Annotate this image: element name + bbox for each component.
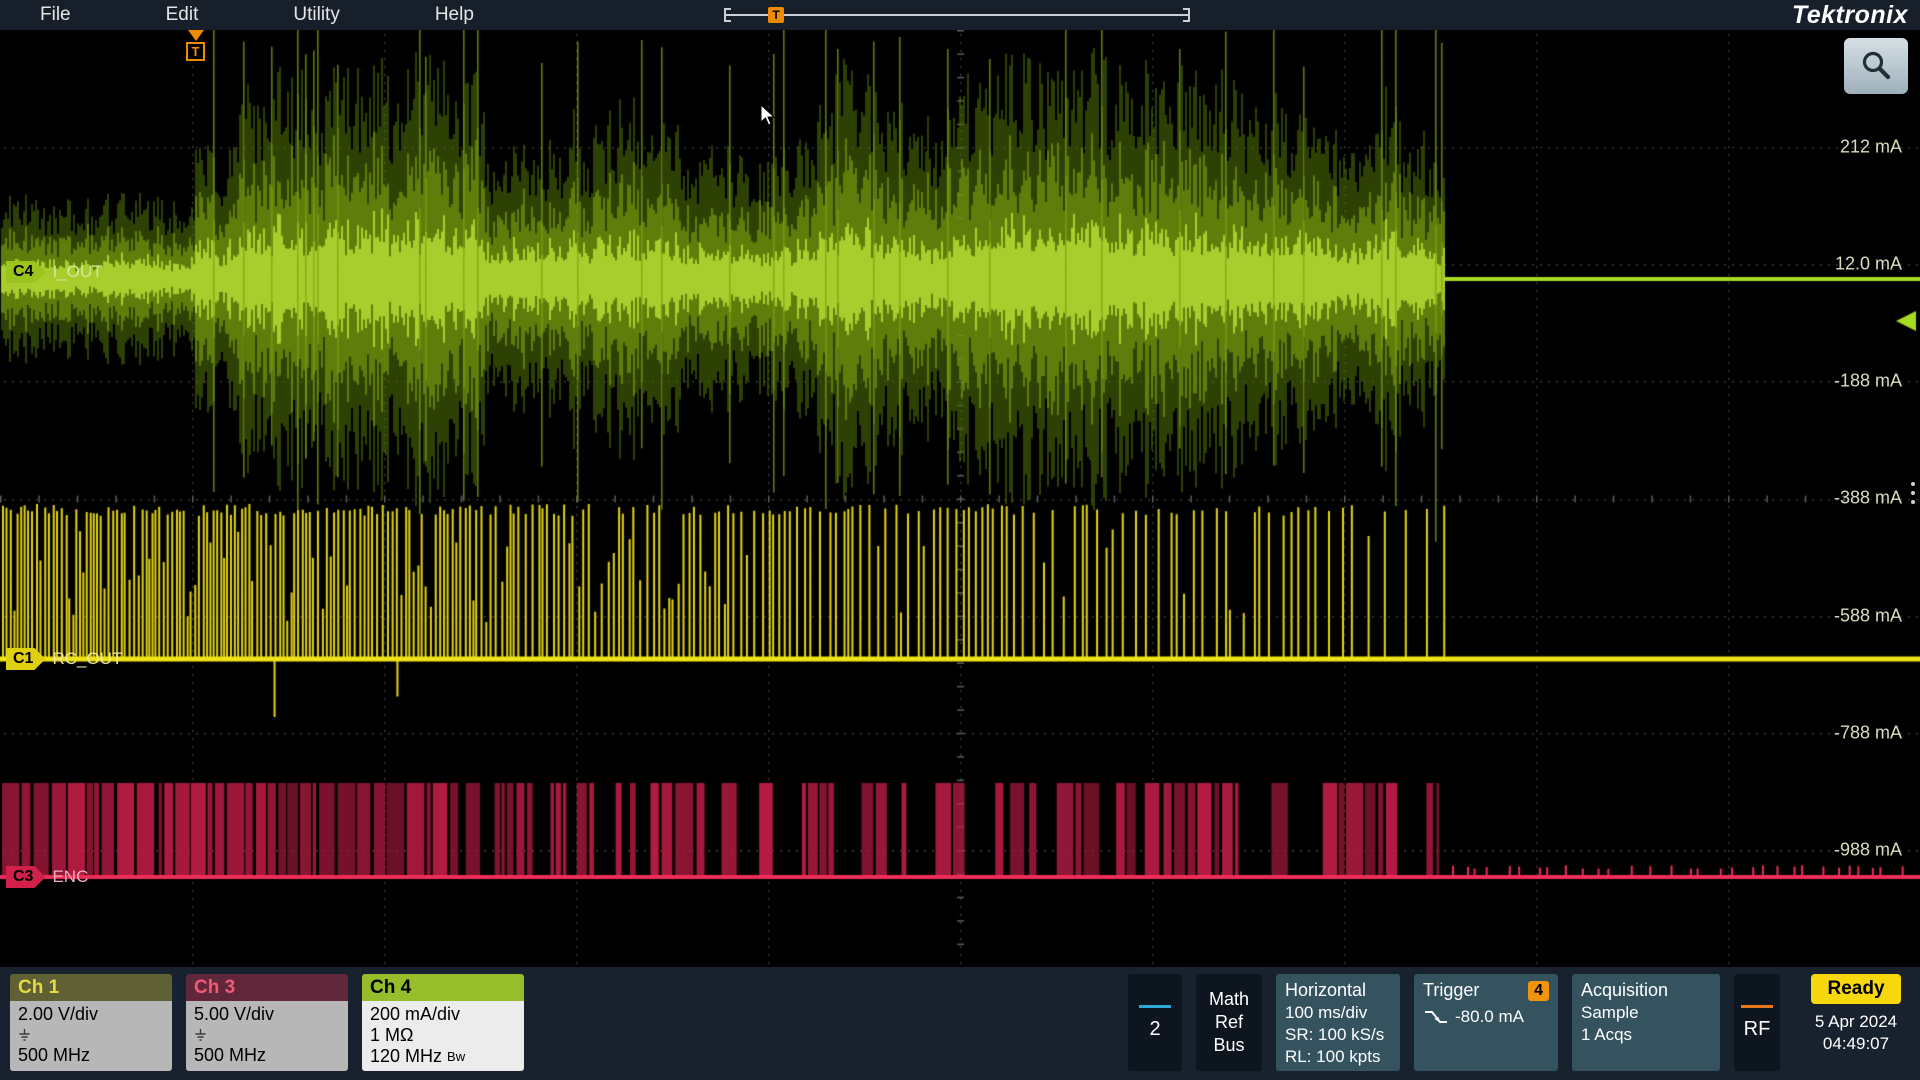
- channel-name: Ch 4: [362, 974, 524, 1001]
- trace-label-ch3[interactable]: C3 ENC: [6, 866, 88, 888]
- more-indicator-dots: [1911, 482, 1915, 504]
- channel-bandwidth: 500 MHz: [194, 1045, 340, 1066]
- scale-label: 12.0 mA: [1835, 254, 1902, 275]
- waveform-view-label: 2: [1149, 1018, 1160, 1041]
- channel-tag-c3: C3: [6, 866, 45, 888]
- coupling-row: [18, 1029, 164, 1041]
- bus-label: Bus: [1213, 1035, 1244, 1056]
- ground-coupling-icon: [194, 1029, 207, 1041]
- waveform-canvas[interactable]: [0, 30, 1920, 967]
- channel-tag-c4: C4: [6, 261, 45, 283]
- menu-bar: File Edit Utility Help T Tektronix: [0, 0, 1920, 30]
- acquisition-title: Acquisition: [1581, 979, 1711, 1002]
- channel-tag-c1: C1: [6, 648, 45, 670]
- channel-badge-ch1[interactable]: Ch 1 2.00 V/div 500 MHz: [10, 974, 172, 1071]
- trace-name: RC_OUT: [52, 649, 122, 669]
- menu-edit[interactable]: Edit: [166, 4, 199, 26]
- zoom-button[interactable]: [1844, 38, 1908, 94]
- trace-label-ch1[interactable]: C1 RC_OUT: [6, 648, 122, 670]
- horizontal-title: Horizontal: [1285, 979, 1391, 1002]
- trace-label-ch4[interactable]: C4 I_OUT: [6, 261, 103, 283]
- indicator-line: [726, 14, 1188, 16]
- blue-trace-icon: [1139, 1005, 1171, 1008]
- acquisition-panel[interactable]: Acquisition Sample 1 Acqs: [1572, 974, 1720, 1071]
- channel-bandwidth: 120 MHz Bw: [370, 1046, 516, 1067]
- date: 5 Apr 2024: [1815, 1011, 1897, 1033]
- bw-limit-label: Bw: [447, 1049, 465, 1064]
- channel-impedance: 1 MΩ: [370, 1025, 516, 1046]
- trigger-source-badge: 4: [1528, 981, 1549, 1001]
- horizontal-scale: 100 ms/div: [1285, 1002, 1391, 1024]
- channel-name: Ch 3: [186, 974, 348, 1001]
- rf-label: RF: [1744, 1018, 1771, 1041]
- channel-badge-ch3[interactable]: Ch 3 5.00 V/div 500 MHz: [186, 974, 348, 1071]
- horizontal-position-indicator[interactable]: T: [726, 7, 1188, 23]
- channel-bandwidth: 500 MHz: [18, 1045, 164, 1066]
- horizontal-panel[interactable]: Horizontal 100 ms/div SR: 100 kS/s RL: 1…: [1276, 974, 1400, 1071]
- magnifier-icon: [1859, 49, 1893, 83]
- channel-scale: 2.00 V/div: [18, 1004, 164, 1025]
- falling-edge-icon: [1423, 1008, 1449, 1026]
- channel-badge-ch4[interactable]: Ch 4 200 mA/div 1 MΩ 120 MHz Bw: [362, 974, 524, 1071]
- scale-label: -988 mA: [1834, 840, 1902, 861]
- channel-name: Ch 1: [10, 974, 172, 1001]
- trigger-point-arrow-icon[interactable]: [188, 30, 204, 41]
- menu-file[interactable]: File: [40, 4, 71, 26]
- channel-scale: 5.00 V/div: [194, 1004, 340, 1025]
- trigger-point-marker[interactable]: T: [186, 42, 205, 61]
- menu-items: File Edit Utility Help: [0, 4, 474, 26]
- scale-label: -788 mA: [1834, 723, 1902, 744]
- indicator-right-bracket: [1183, 8, 1190, 22]
- ground-coupling-icon: [18, 1029, 31, 1041]
- math-ref-bus-button[interactable]: Math Ref Bus: [1196, 974, 1262, 1071]
- tektronix-logo: Tektronix: [1792, 1, 1920, 30]
- acquisition-count: 1 Acqs: [1581, 1024, 1711, 1046]
- status-bar: Ch 1 2.00 V/div 500 MHz Ch 3 5.00 V/div …: [0, 967, 1920, 1080]
- scale-label: -188 mA: [1834, 371, 1902, 392]
- channel-scale: 200 mA/div: [370, 1004, 516, 1025]
- acquisition-status-block: Ready 5 Apr 2024 04:49:07: [1800, 974, 1912, 1055]
- scale-label: -388 mA: [1834, 488, 1902, 509]
- menu-help[interactable]: Help: [435, 4, 474, 26]
- coupling-row: [194, 1029, 340, 1041]
- trigger-title: Trigger: [1423, 979, 1479, 1002]
- mouse-cursor: [760, 104, 777, 132]
- bw-value: 120 MHz: [370, 1046, 442, 1067]
- rf-trace-icon: [1741, 1005, 1773, 1008]
- sample-rate: SR: 100 kS/s: [1285, 1024, 1391, 1046]
- ref-label: Ref: [1215, 1012, 1243, 1033]
- date-time: 5 Apr 2024 04:49:07: [1815, 1011, 1897, 1055]
- math-label: Math: [1209, 989, 1249, 1010]
- trigger-position-marker[interactable]: T: [768, 7, 784, 23]
- trace-name: ENC: [52, 867, 88, 887]
- rf-button[interactable]: RF: [1734, 974, 1780, 1071]
- waveform-view-button[interactable]: 2: [1128, 974, 1182, 1071]
- acquisition-mode: Sample: [1581, 1002, 1711, 1024]
- record-length: RL: 100 kpts: [1285, 1046, 1391, 1068]
- scale-label: 212 mA: [1840, 137, 1902, 158]
- trace-name: I_OUT: [52, 262, 102, 282]
- menu-utility[interactable]: Utility: [293, 4, 339, 26]
- status-badge[interactable]: Ready: [1811, 974, 1900, 1004]
- scale-label: -588 mA: [1834, 606, 1902, 627]
- trigger-panel[interactable]: Trigger 4 -80.0 mA: [1414, 974, 1558, 1071]
- time: 04:49:07: [1815, 1033, 1897, 1055]
- trigger-level: -80.0 mA: [1455, 1006, 1524, 1028]
- waveform-display: T 212 mA 12.0 mA -188 mA -388 mA -588 mA…: [0, 30, 1920, 967]
